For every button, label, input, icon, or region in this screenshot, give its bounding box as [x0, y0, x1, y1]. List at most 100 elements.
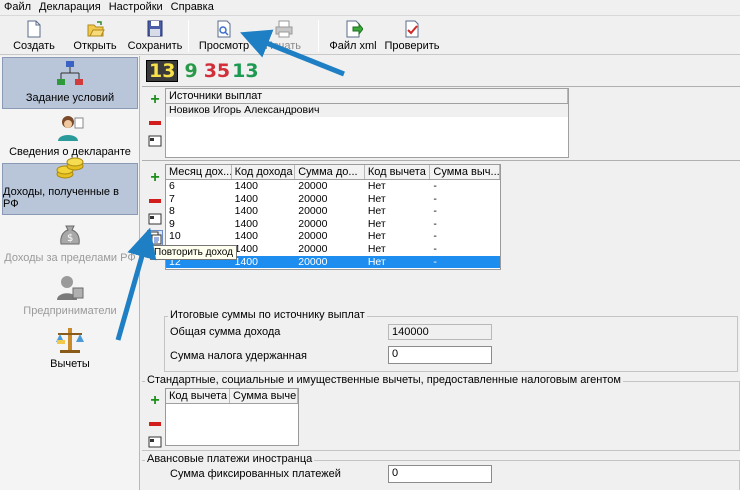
column-header[interactable]: Код дохода [232, 165, 296, 179]
table-cell: 20000 [298, 192, 328, 205]
table-cell: Нет [367, 217, 386, 230]
income-tools: + [145, 166, 165, 250]
remove-source-button[interactable] [147, 112, 163, 128]
table-row[interactable]: 10 1400 20000 Нет - [166, 230, 500, 243]
preview-label: Просмотр [198, 40, 250, 52]
add-income-button[interactable]: + [147, 170, 163, 186]
menu-bar: Файл Декларация Настройки Справка [0, 0, 740, 14]
total-income-field: 140000 [388, 324, 492, 340]
printer-icon [275, 20, 293, 38]
edit-income-button[interactable] [147, 210, 163, 226]
table-cell: Нет [367, 242, 386, 255]
advance-title: Авансовые платежи иностранца [145, 453, 315, 465]
open-label: Открыть [73, 40, 117, 52]
table-row[interactable]: 8 1400 20000 Нет - [166, 205, 500, 218]
table-cell: 20000 [298, 205, 328, 218]
minus-icon [149, 422, 161, 426]
table-row[interactable]: Новиков Игорь Александрович [166, 104, 568, 117]
sidebar-item-label: Вычеты [50, 358, 90, 370]
column-header[interactable]: Код вычета [166, 389, 230, 403]
edit-card-icon [148, 213, 162, 225]
menu-settings[interactable]: Настройки [109, 1, 163, 13]
table-cell: 20000 [298, 180, 328, 192]
create-label: Создать [13, 40, 55, 52]
create-button[interactable]: Создать [12, 20, 56, 54]
table-cell: 6 [169, 180, 175, 192]
table-cell: 1400 [234, 255, 258, 268]
table-cell: 20000 [298, 242, 328, 255]
menu-declaration[interactable]: Декларация [39, 1, 101, 13]
plus-icon: + [150, 169, 160, 186]
new-document-icon [26, 20, 42, 38]
table-cell: - [433, 205, 437, 218]
remove-deduction-button[interactable] [147, 413, 163, 429]
table-cell: 20000 [298, 217, 328, 230]
edit-deduction-button[interactable] [147, 433, 163, 449]
sidebar-item-label: Доходы, полученные в РФ [3, 186, 119, 210]
xml-export-icon [345, 20, 364, 38]
table-cell: 10 [169, 230, 181, 243]
sidebar-item-income-rf[interactable]: Доходы, полученные в РФ [2, 157, 138, 215]
sidebar-item-label: Предприниматели [23, 305, 117, 317]
copy-document-icon [148, 231, 162, 245]
minus-icon [149, 121, 161, 125]
print-button[interactable]: Печать [262, 20, 304, 54]
menu-file[interactable]: Файл [4, 1, 31, 13]
table-cell: Новиков Игорь Александрович [169, 104, 320, 116]
tax-code-digits: 13 9 35 13 [146, 60, 259, 82]
sidebar-item-label: Задание условий [25, 92, 115, 104]
floppy-disk-icon [147, 20, 163, 38]
tax-withheld-field[interactable]: 0 [388, 346, 492, 364]
table-cell: 7 [169, 192, 175, 205]
table-cell: 1400 [234, 242, 258, 255]
sidebar-item-entrepreneurs[interactable]: Предприниматели [2, 269, 138, 321]
coins-icon [55, 154, 85, 182]
table-cell: Нет [367, 192, 386, 205]
column-header[interactable]: Сумма выч... [430, 165, 500, 179]
check-document-icon [404, 20, 420, 38]
sidebar-item-conditions[interactable]: Задание условий [2, 57, 138, 109]
toolbar-separator [188, 20, 189, 52]
table-cell: 20000 [298, 255, 328, 268]
table-row[interactable]: 9 1400 20000 Нет - [166, 218, 500, 231]
digit-9: 9 [184, 60, 198, 82]
folder-open-icon [87, 20, 105, 38]
deductions-table: Код вычета Сумма выче... [165, 388, 299, 446]
column-header[interactable]: Месяц дох... [166, 165, 232, 179]
toolbar-separator [318, 20, 319, 52]
column-header[interactable]: Сумма до... [295, 165, 365, 179]
column-header[interactable]: Сумма выче... [230, 389, 298, 403]
sidebar-item-deductions[interactable]: Вычеты [2, 322, 138, 374]
totals-title: Итоговые суммы по источнику выплат [168, 309, 367, 321]
table-cell: Нет [367, 180, 386, 192]
table-cell: 20000 [298, 230, 328, 243]
plus-icon: + [150, 392, 160, 409]
open-button[interactable]: Открыть [72, 20, 118, 54]
preview-button[interactable]: Просмотр [198, 20, 250, 54]
table-cell: - [433, 230, 437, 243]
table-cell: - [433, 192, 437, 205]
xml-file-button[interactable]: Файл xml [328, 20, 378, 54]
save-button[interactable]: Сохранить [128, 20, 182, 54]
menu-help[interactable]: Справка [171, 1, 214, 13]
deductions-header: Код вычета Сумма выче... [166, 389, 298, 404]
edit-source-button[interactable] [147, 132, 163, 148]
repeat-income-button[interactable] [147, 230, 163, 246]
save-label: Сохранить [127, 40, 183, 52]
repeat-income-tooltip: Повторить доход [150, 245, 237, 260]
fixed-payments-field[interactable]: 0 [388, 465, 492, 483]
add-source-button[interactable]: + [147, 92, 163, 108]
deductions-tools: + [145, 389, 165, 453]
table-row[interactable]: 6 1400 20000 Нет - [166, 180, 500, 193]
table-cell: 9 [169, 217, 175, 230]
sidebar-item-income-abroad[interactable]: $ Доходы за пределами РФ [2, 216, 138, 268]
table-cell: 8 [169, 205, 175, 218]
add-deduction-button[interactable]: + [147, 393, 163, 409]
column-header[interactable]: Код вычета [365, 165, 431, 179]
table-cell: 1400 [234, 217, 258, 230]
check-label: Проверить [384, 40, 440, 52]
table-row[interactable]: 7 1400 20000 Нет - [166, 193, 500, 206]
table-cell: Нет [367, 230, 386, 243]
remove-income-button[interactable] [147, 190, 163, 206]
check-button[interactable]: Проверить [384, 20, 440, 54]
